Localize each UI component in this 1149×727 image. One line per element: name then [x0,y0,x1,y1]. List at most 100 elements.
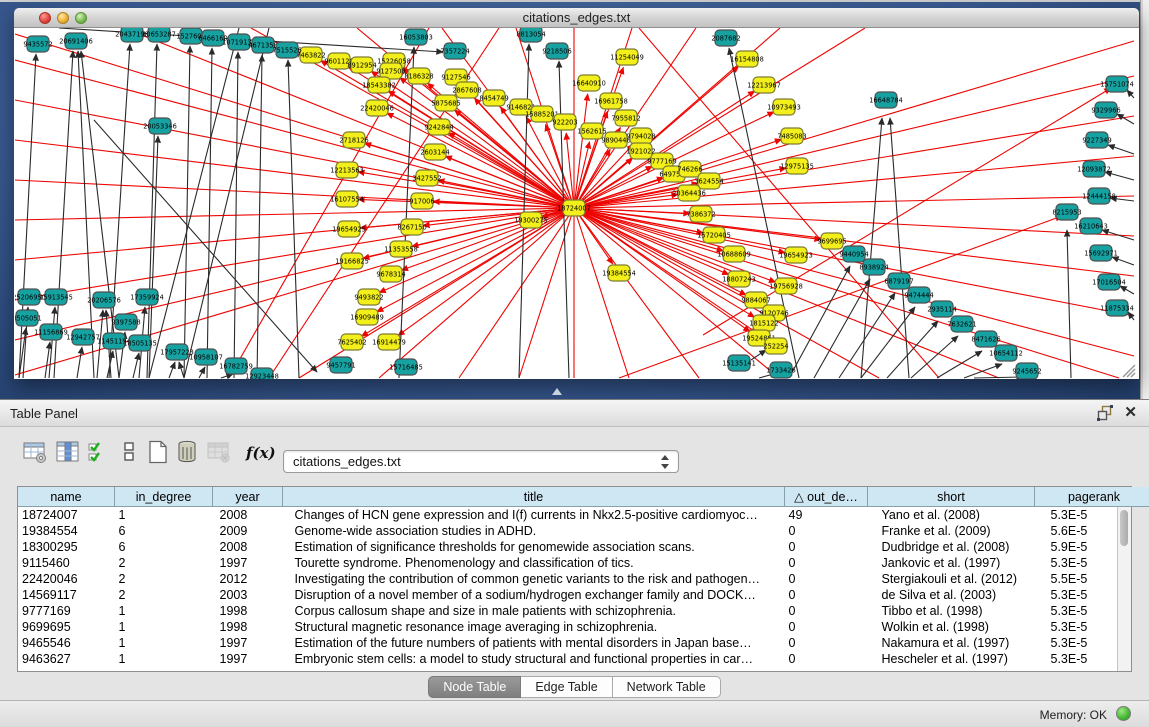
table-cell[interactable]: Hescheler et al. (1997) [868,651,1035,667]
table-cell[interactable]: 22420046 [18,571,115,587]
window-resize-grip[interactable] [1123,365,1135,377]
table-cell[interactable]: de Silva et al. (2003) [868,587,1035,603]
table-cell[interactable]: 0 [785,523,868,539]
table-cell[interactable]: 9777169 [18,603,115,619]
table-row[interactable]: 1830029562008Estimation of significance … [18,539,1149,555]
table-cell[interactable]: Embryonic stem cells: a model to study s… [283,651,785,667]
graph-node[interactable]: 9397588 [111,314,140,330]
graph-node[interactable]: 10653287 [142,28,176,42]
table-cell[interactable]: 1998 [213,619,283,635]
table-cell[interactable]: 2 [115,555,213,571]
graph-node[interactable]: 9493822 [354,289,383,305]
table-cell[interactable]: 0 [785,587,868,603]
graph-node[interactable]: 15135141 [722,355,756,371]
graph-node[interactable]: 922203 [552,114,577,130]
graph-node[interactable]: 11254049 [610,49,644,65]
graph-node[interactable]: 12213563 [330,162,364,178]
graph-node[interactable]: 19384554 [602,265,636,281]
table-cell[interactable]: Changes of HCN gene expression and I(f) … [283,507,785,524]
graph-node[interactable]: 2603144 [420,144,449,160]
new-table-icon[interactable] [145,439,171,465]
table-cell[interactable]: Tourette syndrome. Phenomenology and cla… [283,555,785,571]
table-row[interactable]: 2242004622012Investigating the contribut… [18,571,1149,587]
table-cell[interactable]: 1 [115,651,213,667]
graph-node[interactable]: 16640910 [572,75,606,91]
table-row[interactable]: 977716911998Corpus callosum shape and si… [18,603,1149,619]
table-cell[interactable]: Jankovic et al. (1997) [868,555,1035,571]
graph-node[interactable]: 16210643 [1074,218,1108,234]
table-cell[interactable]: Structural magnetic resonance image aver… [283,619,785,635]
graph-node[interactable]: 8454749 [479,90,508,106]
table-cell[interactable]: Estimation of significance thresholds fo… [283,539,785,555]
table-cell[interactable]: 49 [785,507,868,524]
table-cell[interactable]: Stergiakouli et al. (2012) [868,571,1035,587]
table-cell[interactable]: 19384554 [18,523,115,539]
table-cell[interactable]: 0 [785,539,868,555]
graph-node[interactable]: 9699695 [817,233,846,249]
graph-node[interactable]: 917006 [409,193,434,209]
graph-node[interactable]: 8267150 [397,219,426,235]
graph-node[interactable]: 10654112 [989,345,1023,361]
table-cell[interactable]: 1 [115,635,213,651]
graph-node[interactable]: 8505051 [15,310,42,326]
graph-node[interactable]: 2935114 [927,301,956,317]
graph-node[interactable]: 16648784 [869,92,903,108]
graph-node[interactable]: 7625402 [337,334,366,350]
table-cell[interactable]: Franke et al. (2009) [868,523,1035,539]
table-cell[interactable]: 9115460 [18,555,115,571]
graph-node[interactable]: 9457791 [326,357,355,373]
table-cell[interactable]: 5.3E-5 [1035,587,1149,603]
table-cell[interactable]: 9699695 [18,619,115,635]
table-scrollbar-thumb[interactable] [1120,510,1128,546]
graph-node[interactable]: 8471626 [971,331,1000,347]
graph-node[interactable]: 9435572 [23,36,52,52]
graph-node[interactable]: 16053803 [399,29,433,45]
graph-node[interactable]: 12093872 [1077,161,1111,177]
graph-node[interactable]: 9678314 [376,266,405,282]
table-cell[interactable]: 1 [115,619,213,635]
table-row[interactable]: 969969511998Structural magnetic resonanc… [18,619,1149,635]
column-header-title[interactable]: title [283,487,785,507]
tab-node-table[interactable]: Node Table [428,676,521,698]
graph-node[interactable]: 9218506 [542,43,571,59]
graph-node[interactable]: 16107554 [330,191,364,207]
window-titlebar[interactable]: citations_edges.txt [14,8,1139,28]
table-cell[interactable]: 1 [115,507,213,524]
memory-ok-icon[interactable] [1116,706,1131,721]
table-cell[interactable]: Tibbo et al. (1998) [868,603,1035,619]
graph-node[interactable]: 10958107 [189,349,223,365]
table-cell[interactable]: 0 [785,555,868,571]
table-cell[interactable]: 5.3E-5 [1035,619,1149,635]
float-panel-icon[interactable] [1097,405,1113,421]
graph-node[interactable]: 20053346 [143,118,177,134]
graph-node[interactable]: 19166825 [335,253,369,269]
delete-column-icon[interactable] [174,439,200,465]
table-cell[interactable]: 5.3E-5 [1035,507,1149,524]
tab-edge-table[interactable]: Edge Table [521,676,612,698]
table-cell[interactable]: 0 [785,651,868,667]
graph-node[interactable]: 20206576 [87,292,121,308]
table-cell[interactable]: 2008 [213,539,283,555]
tab-network-table[interactable]: Network Table [613,676,721,698]
close-panel-icon[interactable]: ✕ [1124,403,1137,421]
graph-node[interactable]: 9227349 [1082,132,1111,148]
graph-node[interactable]: 8938924 [859,259,888,275]
table-row[interactable]: 1456911722003Disruption of a novel membe… [18,587,1149,603]
column-header-pagerank[interactable]: pagerank [1035,487,1149,507]
table-cell[interactable]: 6 [115,539,213,555]
table-cell[interactable]: 1997 [213,555,283,571]
splitter-handle[interactable] [552,388,562,395]
table-cell[interactable]: Investigating the contribution of common… [283,571,785,587]
graph-node[interactable]: 9474444 [904,287,933,303]
graph-node[interactable]: 11156869 [34,324,68,340]
column-header-year[interactable]: year [213,487,283,507]
table-cell[interactable]: Nakamura et al. (1997) [868,635,1035,651]
table-cell[interactable]: 2 [115,571,213,587]
table-cell[interactable]: Genome-wide association studies in ADHD. [283,523,785,539]
column-header-out_de[interactable]: △ out_de… [785,487,868,507]
table-cell[interactable]: 18724007 [18,507,115,524]
function-builder-icon[interactable]: f(x) [246,444,276,462]
graph-node[interactable]: 9329966 [1091,102,1120,118]
table-cell[interactable]: Yano et al. (2008) [868,507,1035,524]
table-header[interactable]: namein_degreeyeartitle△ out_de…shortpage… [18,487,1149,507]
